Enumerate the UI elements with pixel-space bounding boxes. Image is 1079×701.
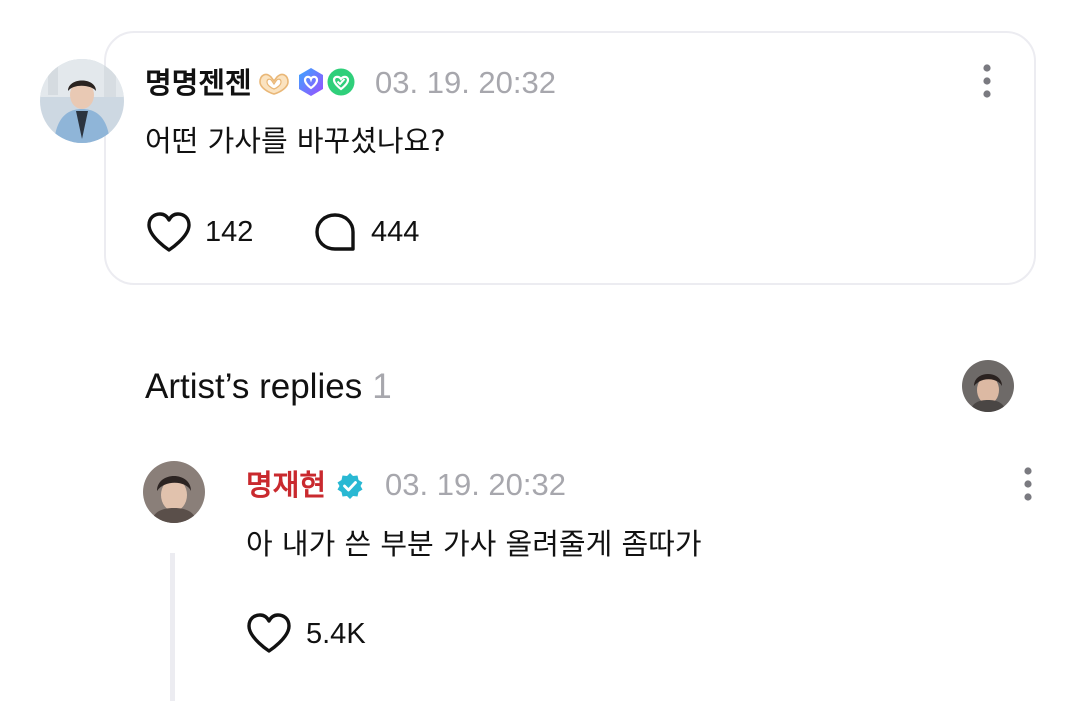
heart-outline-icon[interactable] [245,612,293,658]
reply-author-name[interactable]: 명재현 [246,465,326,505]
verified-check-badge-icon [326,67,356,101]
thread-connector-line [170,553,175,701]
artist-replies-title: Artist’s replies [145,367,363,406]
membership-badge-icon [296,67,326,101]
post-author-avatar[interactable] [40,59,124,143]
thread-page: 명명젠젠 03. 19. 20:32 어떤 가사를 바꾸셨나요? 142 444… [0,0,1079,701]
more-vertical-icon[interactable] [977,63,997,103]
post-like-count: 142 [205,216,254,248]
reply-like-count: 5.4K [306,618,366,650]
heart-hands-icon [257,68,291,100]
artist-replies-count: 1 [372,367,392,406]
heart-outline-icon[interactable] [145,211,193,257]
reply-body-text: 아 내가 쓴 부분 가사 올려줄게 좀따가 [246,527,702,561]
post-timestamp: 03. 19. 20:32 [375,65,556,100]
post-body-text: 어떤 가사를 바꾸셨나요? [145,124,446,158]
post-author-name[interactable]: 명명젠젠 [145,63,252,103]
comment-bubble-icon[interactable] [313,212,357,258]
artist-avatar[interactable] [962,360,1014,412]
artist-replies-heading: Artist’s replies 1 [145,364,392,410]
more-vertical-icon[interactable] [1018,466,1038,506]
post-comment-count: 444 [371,216,420,248]
reply-timestamp: 03. 19. 20:32 [385,467,566,502]
verified-badge-icon [336,472,364,504]
reply-author-avatar[interactable] [143,461,205,523]
